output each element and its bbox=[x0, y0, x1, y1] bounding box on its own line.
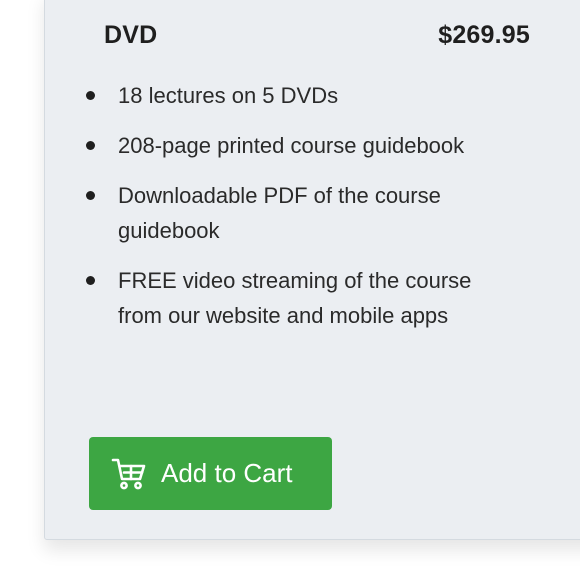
bullet-icon bbox=[86, 276, 95, 285]
add-to-cart-button[interactable]: Add to Cart bbox=[89, 437, 332, 510]
feature-text: 208-page printed course guidebook bbox=[118, 133, 465, 158]
shopping-cart-icon bbox=[111, 457, 147, 491]
format-title: DVD bbox=[104, 20, 158, 49]
feature-item: 18 lectures on 5 DVDs bbox=[86, 78, 518, 113]
bullet-icon bbox=[86, 191, 95, 200]
feature-item: 208-page printed course guidebook bbox=[86, 128, 518, 163]
feature-text: Downloadable PDF of the course guidebook bbox=[118, 183, 441, 243]
feature-list: 18 lectures on 5 DVDs 208-page printed c… bbox=[86, 78, 518, 348]
feature-text: FREE video streaming of the course from … bbox=[118, 268, 472, 328]
bullet-icon bbox=[86, 141, 95, 150]
bullet-icon bbox=[86, 91, 95, 100]
add-to-cart-label: Add to Cart bbox=[161, 458, 293, 488]
price: $269.95 bbox=[438, 20, 530, 49]
feature-text: 18 lectures on 5 DVDs bbox=[118, 83, 339, 108]
feature-item: Downloadable PDF of the course guidebook bbox=[86, 178, 518, 248]
feature-item: FREE video streaming of the course from … bbox=[86, 263, 518, 333]
option-header: DVD $269.95 bbox=[104, 18, 530, 52]
